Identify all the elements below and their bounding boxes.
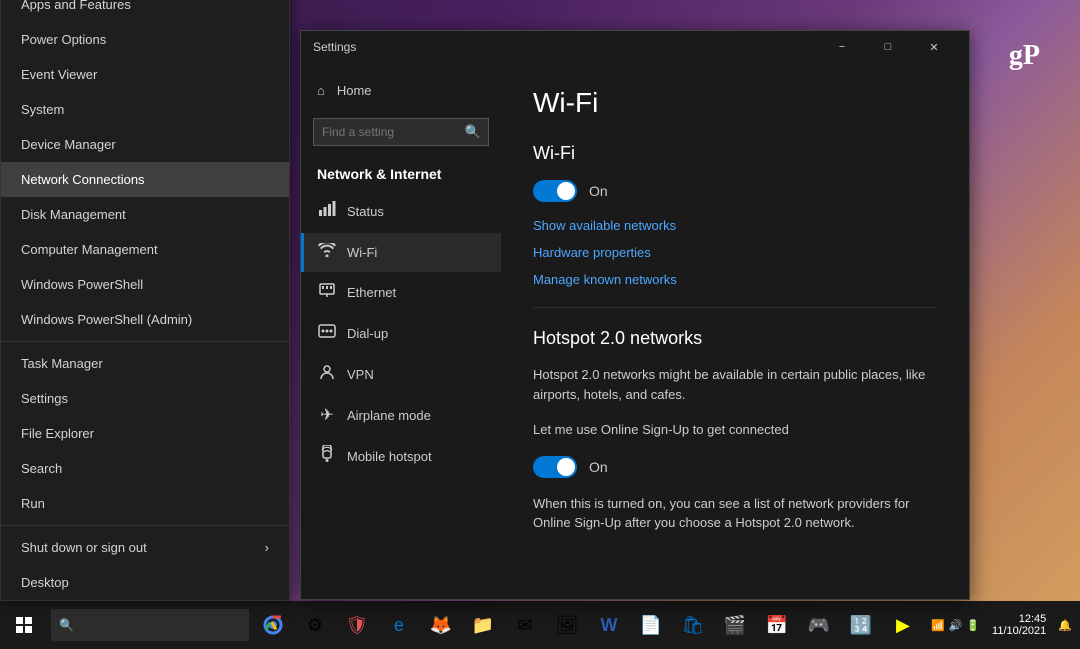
hotspot-desc-3: When this is turned on, you can see a li… xyxy=(533,494,937,533)
hotspot-desc-2: Let me use Online Sign-Up to get connect… xyxy=(533,420,937,440)
nav-item-mobile-hotspot[interactable]: Mobile hotspot xyxy=(301,435,501,478)
settings-sidebar: ⌂ Home 🔍 Network & Internet Status xyxy=(301,63,501,599)
taskbar-icon-edge[interactable]: e xyxy=(379,605,419,645)
context-menu-item-power-options[interactable]: Power Options xyxy=(1,22,289,57)
taskbar-icon-firefox[interactable]: 🦊 xyxy=(421,605,461,645)
taskbar-icon-photos[interactable]: 🖼 xyxy=(547,605,587,645)
taskbar-icon-word[interactable]: W xyxy=(589,605,629,645)
hotspot-section-title: Hotspot 2.0 networks xyxy=(533,328,937,349)
maximize-button[interactable]: □ xyxy=(865,31,911,63)
taskbar-right: 📶 🔊 🔋 12:45 11/10/2021 🔔 xyxy=(923,613,1080,637)
manage-known-networks-link[interactable]: Manage known networks xyxy=(533,272,937,287)
mobile-hotspot-icon xyxy=(317,445,337,468)
context-menu-item-device-manager[interactable]: Device Manager xyxy=(1,127,289,162)
context-menu-item-settings[interactable]: Settings xyxy=(1,381,289,416)
taskbar-icon-shield[interactable]: 🛡 xyxy=(337,605,377,645)
taskbar-clock[interactable]: 12:45 11/10/2021 xyxy=(984,613,1054,637)
taskbar-search-icon: 🔍 xyxy=(59,618,74,632)
context-menu-item-event-viewer[interactable]: Event Viewer xyxy=(1,57,289,92)
nav-item-ethernet[interactable]: Ethernet xyxy=(301,272,501,313)
clock-date: 11/10/2021 xyxy=(992,625,1046,637)
vpn-icon xyxy=(317,364,337,385)
wifi-toggle[interactable] xyxy=(533,180,577,202)
status-icon xyxy=(317,200,337,223)
nav-item-airplane[interactable]: ✈ Airplane mode xyxy=(301,395,501,435)
arrow-icon: › xyxy=(265,540,269,555)
main-title: Wi-Fi xyxy=(533,87,937,119)
context-menu-item-search[interactable]: Search xyxy=(1,451,289,486)
context-menu-item-run[interactable]: Run xyxy=(1,486,289,521)
nav-item-wifi[interactable]: Wi-Fi xyxy=(301,233,501,272)
settings-window: Settings − □ ✕ ⌂ Home 🔍 Network & Intern… xyxy=(300,30,970,600)
hotspot-desc-1: Hotspot 2.0 networks might be available … xyxy=(533,365,937,404)
dialup-icon xyxy=(317,323,337,344)
sidebar-search-container: 🔍 xyxy=(301,110,501,154)
context-menu-item-apps-features[interactable]: Apps and Features xyxy=(1,0,289,22)
taskbar-icon-video[interactable]: 🎬 xyxy=(715,605,755,645)
wifi-section-subtitle: Wi-Fi xyxy=(533,143,937,164)
section-title: Network & Internet xyxy=(301,154,501,190)
hotspot-toggle-row: On xyxy=(533,456,937,478)
taskbar-icon-chrome[interactable] xyxy=(253,605,293,645)
taskbar-icon-games[interactable]: 🎮 xyxy=(799,605,839,645)
wifi-icon xyxy=(317,243,337,262)
hotspot-toggle-label: On xyxy=(589,459,608,475)
context-menu-item-computer-management[interactable]: Computer Management xyxy=(1,232,289,267)
search-input[interactable] xyxy=(313,118,489,146)
settings-body: ⌂ Home 🔍 Network & Internet Status xyxy=(301,63,969,599)
separator-2 xyxy=(1,525,289,526)
context-menu-item-shutdown[interactable]: Shut down or sign out › xyxy=(1,530,289,565)
search-icon: 🔍 xyxy=(465,124,481,140)
taskbar: 🔍 ⚙ 🛡 e 🦊 📁 ✉ xyxy=(0,601,1080,649)
taskbar-notification-icon[interactable]: 🔔 xyxy=(1058,619,1072,632)
taskbar-volume-icon[interactable]: 🔊 xyxy=(949,619,963,632)
wifi-toggle-label: On xyxy=(589,183,608,199)
context-menu-item-file-explorer[interactable]: File Explorer xyxy=(1,416,289,451)
hotspot-toggle[interactable] xyxy=(533,456,577,478)
show-available-networks-link[interactable]: Show available networks xyxy=(533,218,937,233)
hardware-properties-link[interactable]: Hardware properties xyxy=(533,245,937,260)
window-titlebar: Settings − □ ✕ xyxy=(301,31,969,63)
taskbar-network-icon[interactable]: 📶 xyxy=(931,619,945,632)
context-menu-item-system[interactable]: System xyxy=(1,92,289,127)
taskbar-icon-folder[interactable]: 📁 xyxy=(463,605,503,645)
separator-1 xyxy=(1,341,289,342)
section-divider xyxy=(533,307,937,308)
taskbar-icon-mail[interactable]: ✉ xyxy=(505,605,545,645)
taskbar-icons: ⚙ 🛡 e 🦊 📁 ✉ 🖼 W 📄 🛍 🎬 xyxy=(253,605,923,645)
ethernet-icon xyxy=(317,282,337,303)
context-menu-item-desktop[interactable]: Desktop xyxy=(1,565,289,600)
window-title: Settings xyxy=(313,40,819,54)
taskbar-search[interactable]: 🔍 xyxy=(51,609,249,641)
close-button[interactable]: ✕ xyxy=(911,31,957,63)
taskbar-icon-media[interactable]: ▶ xyxy=(883,605,923,645)
taskbar-icon-calculator[interactable]: 🔢 xyxy=(841,605,881,645)
airplane-icon: ✈ xyxy=(317,405,337,425)
gp-logo: gP xyxy=(1009,40,1040,72)
settings-main: Wi-Fi Wi-Fi On Show available networks H… xyxy=(501,63,969,599)
taskbar-icon-store[interactable]: 🛍 xyxy=(673,605,713,645)
taskbar-icon-calendar[interactable]: 📅 xyxy=(757,605,797,645)
minimize-button[interactable]: − xyxy=(819,31,865,63)
context-menu-item-network-connections[interactable]: Network Connections xyxy=(1,162,289,197)
taskbar-icon-settings[interactable]: ⚙ xyxy=(295,605,335,645)
home-icon: ⌂ xyxy=(317,83,325,98)
start-button[interactable] xyxy=(0,601,47,649)
context-menu: Apps and Features Power Options Event Vi… xyxy=(0,0,290,601)
context-menu-item-task-manager[interactable]: Task Manager xyxy=(1,346,289,381)
window-controls: − □ ✕ xyxy=(819,31,957,63)
nav-item-dialup[interactable]: Dial-up xyxy=(301,313,501,354)
context-menu-item-powershell-admin[interactable]: Windows PowerShell (Admin) xyxy=(1,302,289,337)
context-menu-item-powershell[interactable]: Windows PowerShell xyxy=(1,267,289,302)
context-menu-item-disk-management[interactable]: Disk Management xyxy=(1,197,289,232)
taskbar-battery-icon[interactable]: 🔋 xyxy=(966,619,980,632)
nav-item-status[interactable]: Status xyxy=(301,190,501,233)
wifi-toggle-row: On xyxy=(533,180,937,202)
sidebar-item-home[interactable]: ⌂ Home xyxy=(301,71,501,110)
clock-time: 12:45 xyxy=(992,613,1046,625)
nav-item-vpn[interactable]: VPN xyxy=(301,354,501,395)
taskbar-icon-pdf[interactable]: 📄 xyxy=(631,605,671,645)
